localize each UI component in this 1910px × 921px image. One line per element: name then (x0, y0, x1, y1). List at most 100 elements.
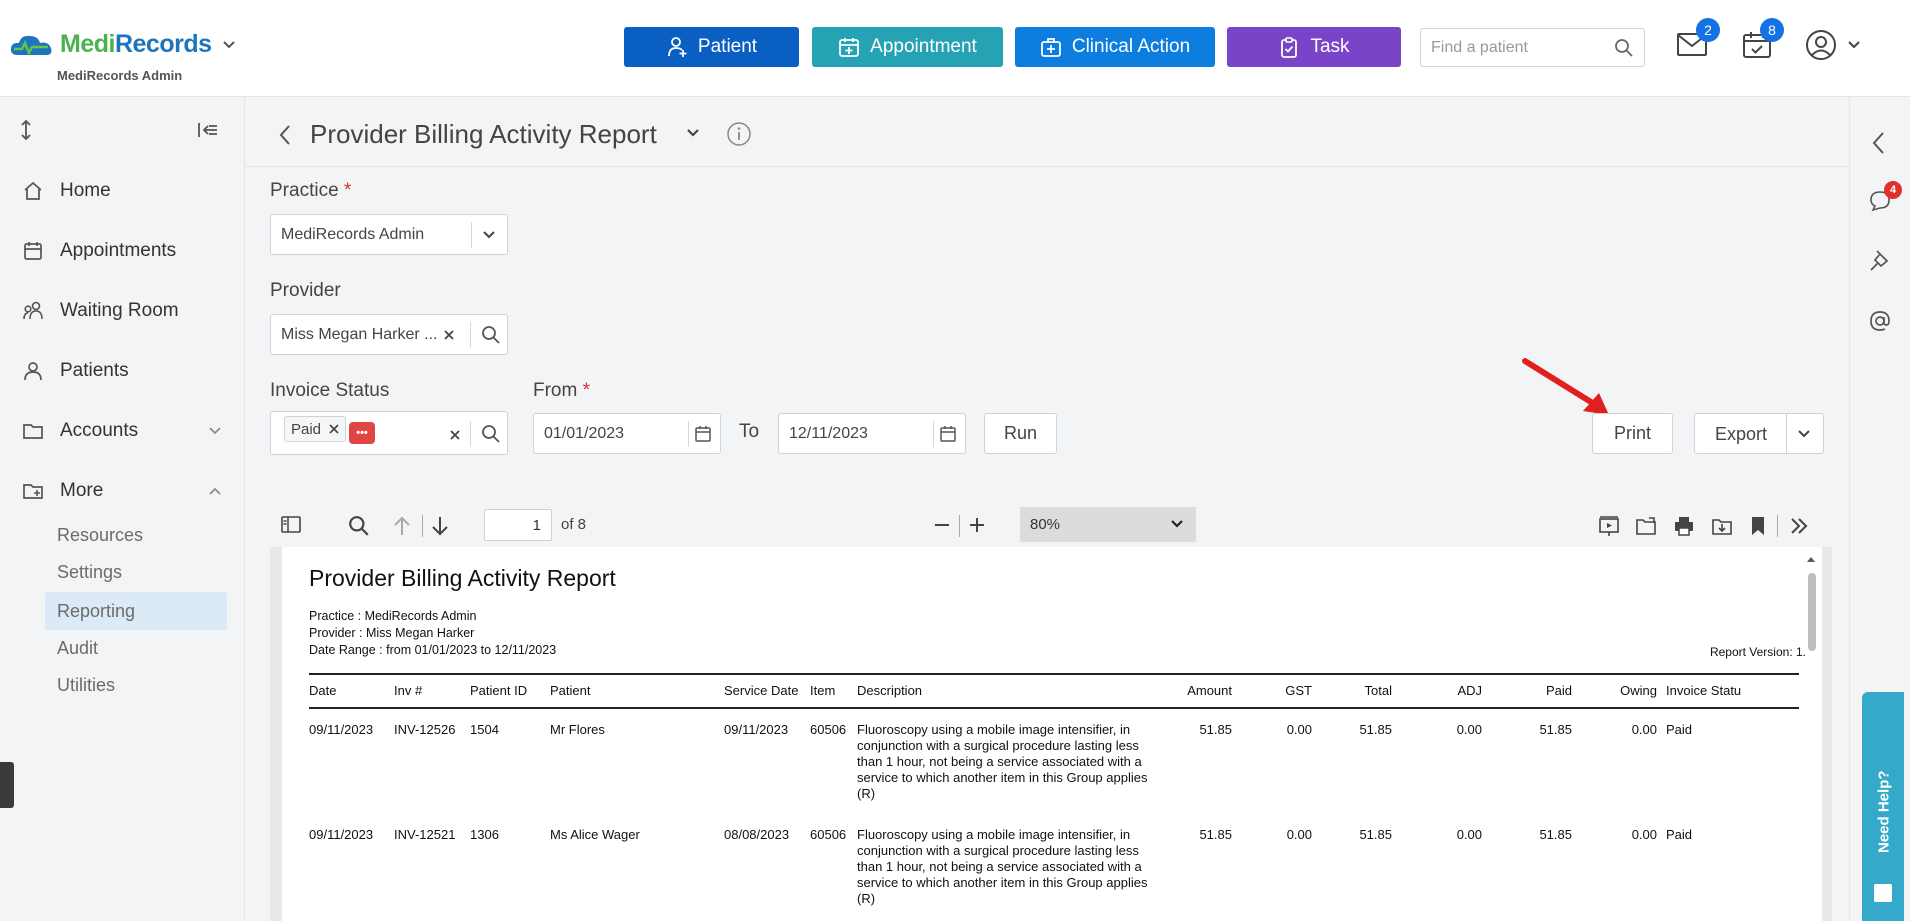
column-header-adj: ADJ (1457, 683, 1482, 698)
pin-icon[interactable] (1869, 249, 1891, 273)
messages-button[interactable]: 2 (1676, 18, 1720, 58)
resize-vertical-icon[interactable] (19, 119, 33, 141)
user-avatar-icon (1806, 30, 1836, 60)
zoom-in-icon[interactable] (967, 515, 987, 535)
column-header-invoice-status: Invoice Statu (1666, 683, 1742, 698)
sidebar-subitem-resources[interactable]: Resources (45, 516, 227, 554)
search-icon[interactable] (481, 325, 501, 345)
chevron-left-icon[interactable] (1870, 131, 1886, 155)
cell-description: Fluoroscopy using a mobile image intensi… (857, 722, 1148, 801)
presentation-icon[interactable] (1598, 515, 1620, 537)
cell-date: 09/11/2023 (309, 827, 374, 842)
bookmark-icon[interactable] (1749, 515, 1767, 537)
arrow-up-icon[interactable] (392, 515, 412, 537)
sidebar-item-home[interactable]: Home (22, 176, 111, 206)
cell-total: 51.85 (1359, 827, 1392, 842)
cell-invoice-status: Paid (1666, 722, 1693, 737)
search-icon[interactable] (481, 424, 501, 444)
page-header: Provider Billing Activity Report (246, 97, 1848, 167)
new-patient-button[interactable]: Patient (624, 27, 799, 67)
invoice-status-select[interactable]: Paid ••• (270, 411, 508, 455)
new-appointment-button[interactable]: Appointment (812, 27, 1003, 67)
double-chevron-right-icon[interactable] (1788, 515, 1810, 537)
column-header-amount: Amount (1187, 683, 1232, 698)
patient-search-input[interactable] (1421, 29, 1601, 66)
remove-chip-icon[interactable] (329, 424, 339, 434)
zoom-value: 80% (1030, 516, 1061, 533)
new-task-button[interactable]: Task (1227, 27, 1401, 67)
sidebar-item-accounts[interactable]: Accounts (22, 416, 222, 446)
sidebar-item-appointments[interactable]: Appointments (22, 236, 176, 266)
sidebar-item-more[interactable]: More (22, 476, 222, 506)
practice-select[interactable]: MediRecords Admin (270, 214, 508, 255)
report-scrollbar[interactable] (1808, 573, 1816, 651)
chevron-down-icon (209, 427, 221, 435)
mail-count-badge: 2 (1696, 18, 1720, 42)
arrow-down-icon[interactable] (430, 515, 450, 537)
page-number-input[interactable]: 1 (484, 509, 552, 541)
calendar-add-icon (839, 38, 860, 57)
cell-adj: 0.00 (1456, 827, 1482, 842)
sidebar-item-patients[interactable]: Patients (22, 356, 129, 386)
chevron-down-icon[interactable] (686, 128, 700, 138)
export-button[interactable]: Export (1694, 413, 1824, 454)
clipboard-check-icon (1281, 37, 1298, 58)
user-menu[interactable] (1805, 29, 1861, 61)
search-icon[interactable] (1614, 38, 1634, 58)
sidebar-subitem-utilities[interactable]: Utilities (45, 666, 227, 704)
medical-case-icon (1040, 38, 1061, 57)
clear-icon[interactable] (443, 329, 455, 341)
chevron-down-icon (1171, 520, 1183, 528)
cell-service-date: 09/11/2023 (724, 722, 789, 737)
chat-count-badge: 4 (1884, 181, 1902, 199)
collapse-sidebar-icon[interactable] (197, 121, 219, 139)
zoom-select[interactable]: 80% (1020, 507, 1196, 542)
brand-subtitle: MediRecords Admin (57, 68, 183, 83)
print-button[interactable]: Print (1592, 413, 1673, 454)
download-icon[interactable] (1711, 515, 1733, 537)
clear-icon[interactable] (449, 429, 461, 441)
chevron-down-icon[interactable] (222, 40, 236, 50)
sidebar-item-label: Accounts (60, 420, 139, 441)
column-header-total: Total (1364, 683, 1392, 698)
from-date-input[interactable]: 01/01/2023 (533, 413, 721, 454)
side-handle[interactable] (0, 762, 14, 808)
to-date-input[interactable]: 12/11/2023 (778, 413, 966, 454)
clinical-action-button[interactable]: Clinical Action (1015, 27, 1215, 67)
run-button[interactable]: Run (984, 413, 1057, 454)
column-header-service-date: Service Date (724, 683, 799, 698)
calendar-icon[interactable] (694, 425, 712, 443)
zoom-out-icon[interactable] (932, 515, 952, 535)
sidebar-subitem-reporting[interactable]: Reporting (45, 592, 227, 630)
cell-owing: 0.00 (1631, 827, 1657, 842)
back-arrow-icon[interactable] (278, 124, 292, 146)
cell-amount: 51.85 (1199, 827, 1232, 842)
cell-total: 51.85 (1359, 722, 1392, 737)
column-header-date: Date (309, 683, 337, 698)
column-header-inv: Inv # (394, 683, 423, 698)
more-options-chip[interactable]: ••• (349, 422, 375, 444)
open-file-icon[interactable] (1635, 515, 1657, 537)
need-help-tab[interactable]: Need Help? (1862, 692, 1904, 921)
calendar-icon[interactable] (939, 425, 957, 443)
print-icon[interactable] (1673, 515, 1695, 537)
mention-icon[interactable] (1868, 309, 1892, 333)
cell-invoice-status: Paid (1666, 827, 1693, 842)
sidebar-item-waiting-room[interactable]: Waiting Room (22, 296, 179, 326)
brand-logo[interactable]: MediRecords (8, 30, 236, 59)
cell-item: 60506 (810, 827, 847, 842)
sidebar-subitem-audit[interactable]: Audit (45, 629, 227, 667)
cell-inv: INV-12526 (394, 722, 456, 737)
tasks-calendar-button[interactable]: 8 (1742, 18, 1784, 60)
practice-value: MediRecords Admin (281, 226, 425, 243)
chevron-down-icon[interactable] (1797, 429, 1811, 439)
status-chip-paid: Paid (284, 416, 347, 442)
from-date-value: 01/01/2023 (544, 425, 625, 442)
search-icon[interactable] (348, 515, 370, 537)
provider-select[interactable]: Miss Megan Harker ... (270, 314, 508, 355)
info-icon[interactable] (726, 121, 752, 147)
sidebar-subitem-settings[interactable]: Settings (45, 553, 227, 591)
cell-service-date: 08/08/2023 (724, 827, 790, 842)
sidebar-toggle-icon[interactable] (280, 515, 302, 535)
scroll-up-icon[interactable] (1806, 555, 1816, 563)
